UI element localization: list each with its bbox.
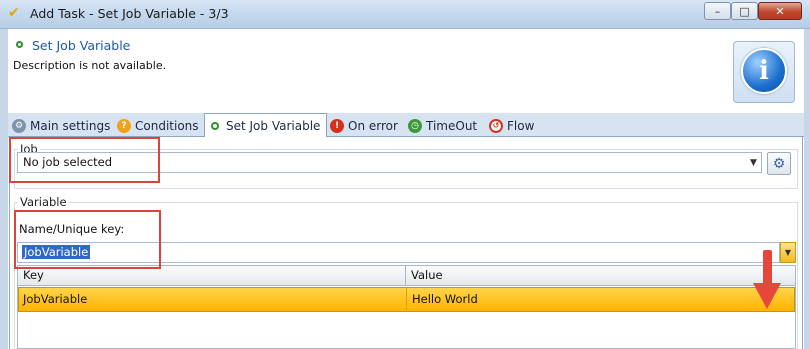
variable-legend: Variable [18, 195, 69, 209]
error-icon: ! [330, 119, 344, 133]
job-settings-button[interactable]: ⚙ [767, 152, 791, 175]
tab-label: Main settings [30, 119, 111, 133]
close-button[interactable]: ✕ [758, 2, 802, 20]
timeout-icon: ◷ [408, 119, 422, 133]
info-icon: i [741, 48, 787, 94]
chevron-down-icon: ▼ [784, 248, 792, 257]
window-frame-left [0, 29, 8, 349]
annotation-arrow-down-icon [753, 283, 781, 309]
window-title: Add Task - Set Job Variable - 3/3 [30, 6, 229, 21]
tab-label: TimeOut [426, 119, 478, 133]
gear-icon: ⚙ [772, 155, 786, 172]
tab-label: Conditions [135, 119, 199, 133]
minimize-button[interactable]: – [704, 2, 731, 20]
app-logo-icon: ✔ [8, 5, 20, 21]
flow-icon: ↺ [489, 119, 503, 133]
column-header-value[interactable]: Value [406, 266, 795, 286]
tab-main-settings[interactable]: ⚙ Main settings [12, 116, 110, 136]
tab-timeout[interactable]: ◷ TimeOut [408, 116, 477, 136]
green-dot-icon [211, 121, 219, 130]
annotation-arrow-shaft [763, 250, 772, 286]
table-cell-value: Hello World [406, 287, 478, 312]
tab-label: Set Job Variable [226, 118, 321, 133]
status-dot-icon [16, 41, 23, 48]
column-header-key[interactable]: Key [18, 266, 406, 286]
maximize-button[interactable]: □ [731, 2, 758, 20]
tab-conditions[interactable]: ? Conditions [117, 116, 199, 136]
tab-on-error[interactable]: ! On error [330, 116, 398, 136]
tab-label: Flow [507, 119, 535, 133]
task-title: Set Job Variable [32, 38, 131, 53]
annotation-box-key [14, 210, 161, 269]
question-icon: ? [117, 119, 131, 133]
tab-set-job-variable[interactable]: Set Job Variable [204, 113, 328, 137]
window-frame-right [804, 29, 810, 349]
key-dropdown-button[interactable]: ▼ [780, 242, 796, 263]
chevron-down-icon[interactable]: ▼ [745, 152, 762, 173]
tab-label: On error [348, 119, 398, 133]
annotation-box-job [9, 137, 160, 183]
task-description: Description is not available. [13, 59, 167, 72]
tab-flow[interactable]: ↺ Flow [489, 116, 534, 136]
gears-icon: ⚙ [12, 119, 26, 133]
table-cell-key: JobVariable [23, 292, 88, 306]
